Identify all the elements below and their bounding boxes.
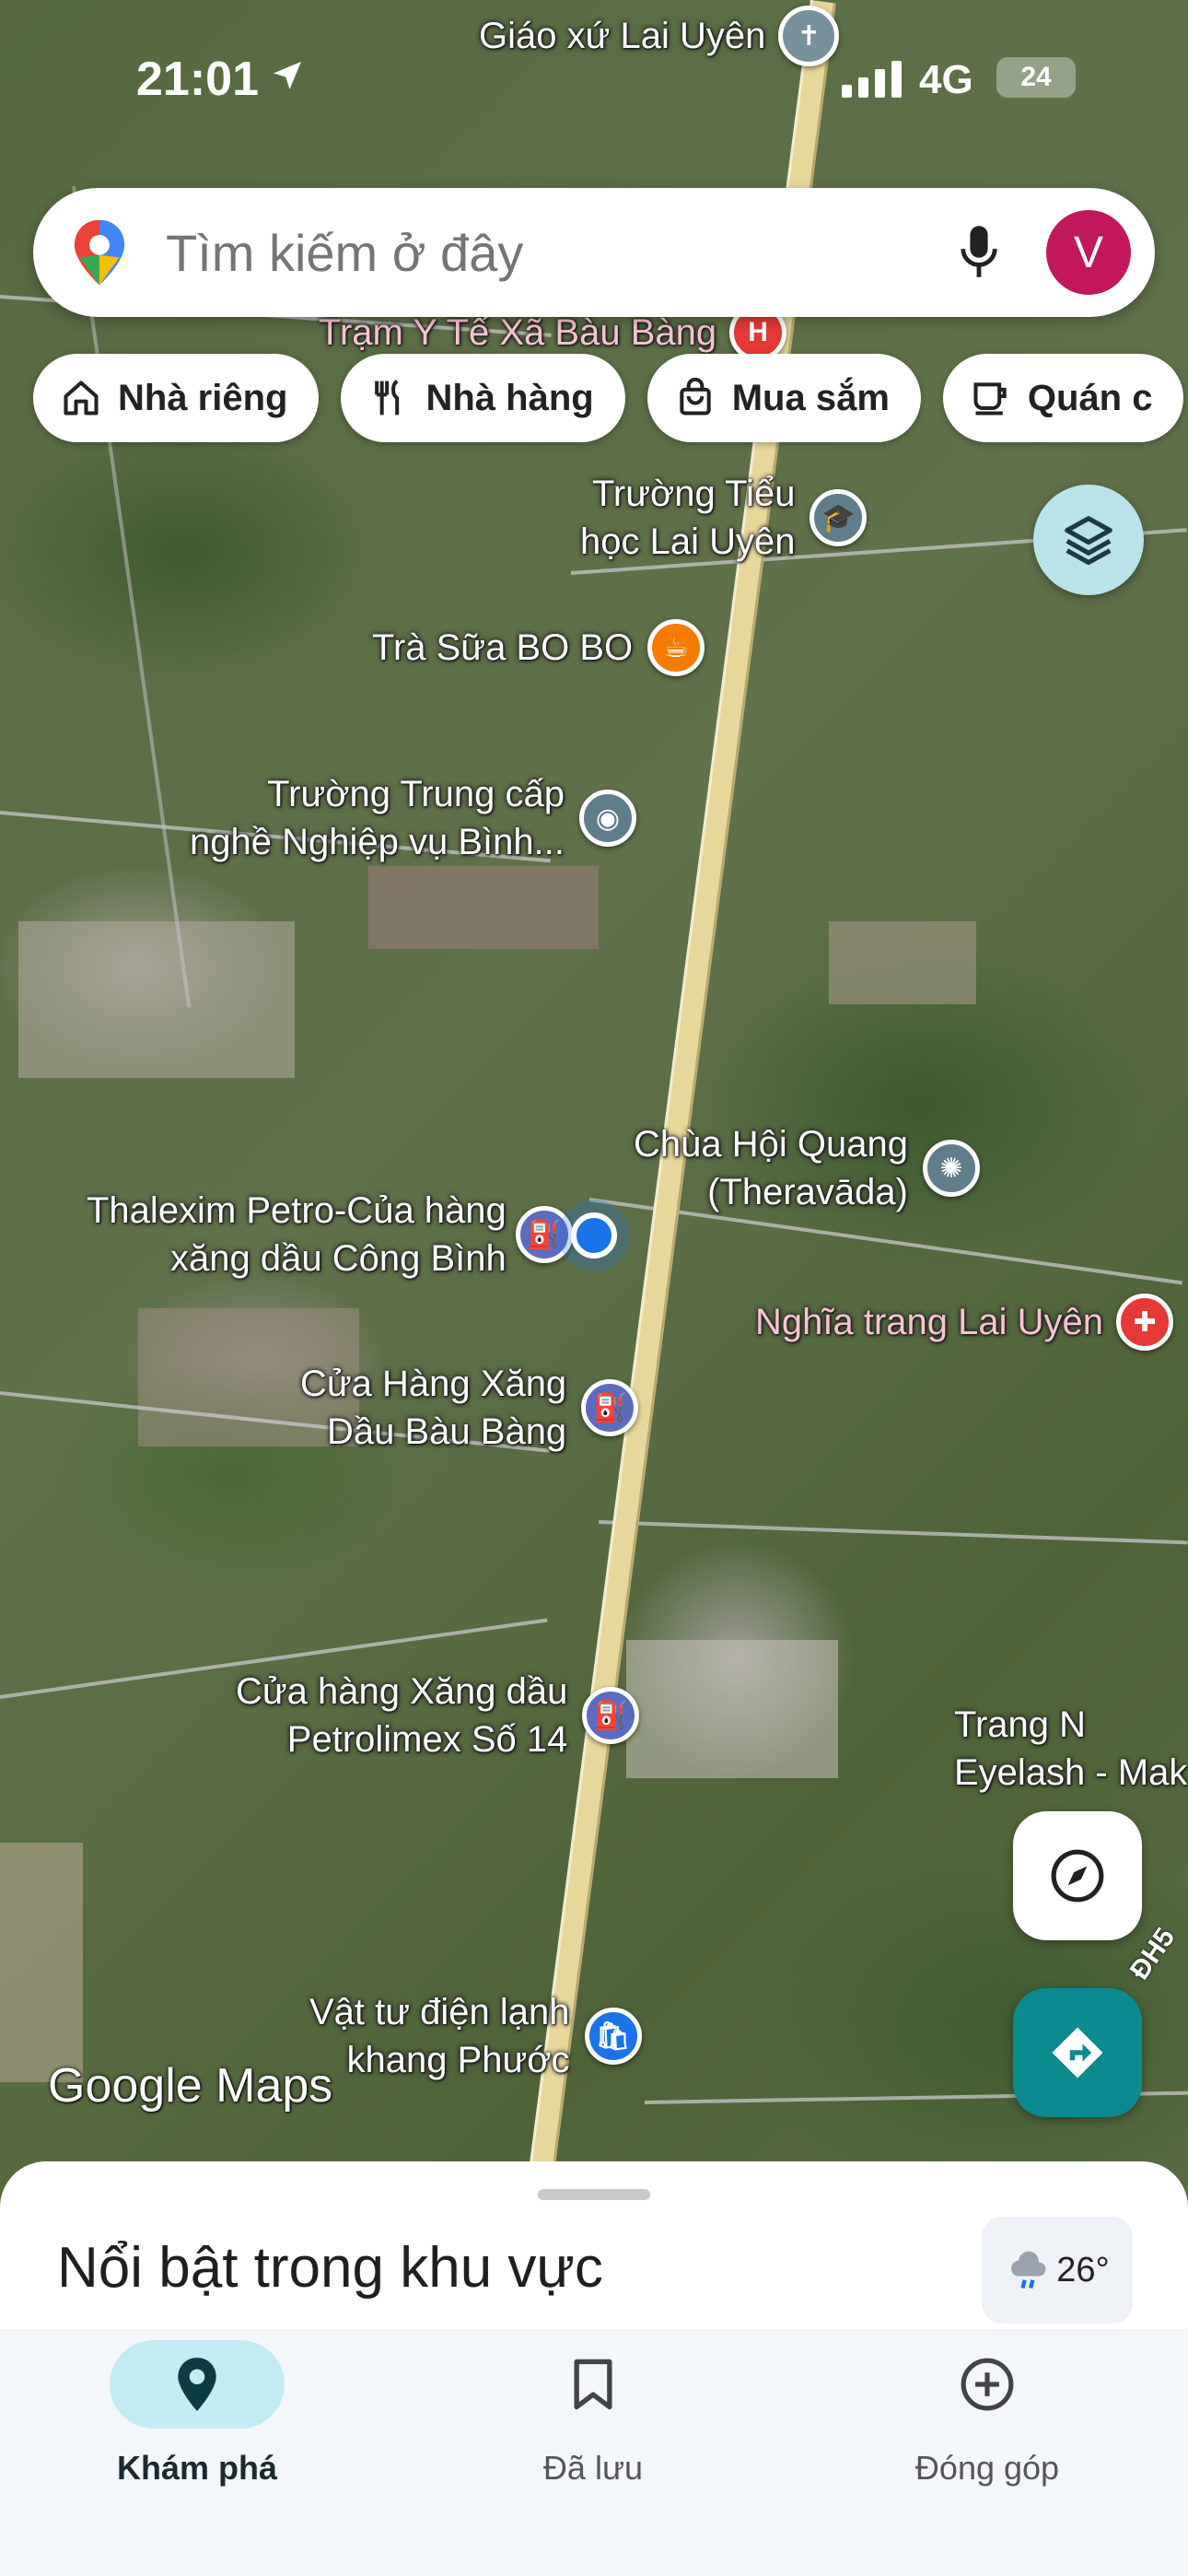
poi-hvac[interactable]: Vật tư điện lạnh khang Phước 🛍 — [309, 1988, 642, 2084]
tab-label: Đóng góp — [914, 2449, 1060, 2487]
gas-station-icon: ⛽ — [582, 1687, 640, 1744]
status-time: 21:01 — [136, 53, 259, 106]
weather-icon — [1011, 2251, 1046, 2289]
network-type: 4G — [919, 57, 973, 102]
poi-label: Cửa hàng Xăng dầu Petrolimex Số 14 — [236, 1671, 568, 1760]
poi-thalexim[interactable]: Thalexim Petro-Của hàng xăng dầu Công Bì… — [87, 1187, 573, 1282]
battery-level: 24 — [1020, 62, 1052, 92]
tab-explore[interactable]: Khám phá — [59, 2329, 335, 2488]
poi-school[interactable]: Trường Tiểu học Lai Uyên 🎓 — [580, 470, 868, 566]
chip-label: Nhà hàng — [425, 377, 594, 418]
layers-button[interactable] — [1033, 485, 1144, 595]
search-input[interactable] — [164, 221, 958, 284]
weather-badge[interactable]: 26° — [982, 2217, 1133, 2324]
chip-label: Mua sắm — [731, 377, 890, 418]
home-icon — [64, 381, 99, 416]
shopping-bag-icon: 🛍 — [584, 2008, 642, 2065]
dharma-wheel-icon: ✺ — [922, 1140, 980, 1197]
poi-label: Thalexim Petro-Của hàng xăng dầu Công Bì… — [87, 1190, 507, 1279]
map-road — [598, 1520, 1188, 1545]
bottom-nav: Khám phá Đã lưu Đóng góp — [0, 2329, 1188, 2576]
avatar[interactable]: V — [1046, 210, 1131, 295]
map-field — [0, 1843, 83, 2082]
sheet-drag-handle[interactable] — [538, 2189, 650, 2200]
landmark-icon: ◉ — [578, 790, 636, 847]
poi-label: Trang N Eyelash - Mak — [954, 1704, 1188, 1793]
tab-icon-wrap — [849, 2340, 1125, 2429]
poi-label: Trà Sữa BO BO — [372, 627, 634, 668]
location-pin-icon — [178, 2358, 216, 2411]
map-field — [18, 921, 295, 1078]
tab-label: Đã lưu — [542, 2449, 644, 2487]
poi-petrolimex[interactable]: Cửa hàng Xăng dầu Petrolimex Số 14 ⛽ — [236, 1668, 640, 1763]
poi-label: Trường Trung cấp nghề Nghiệp vụ Bình... — [190, 774, 565, 862]
chip-shopping[interactable]: Mua sắm — [646, 354, 921, 442]
signal-icon — [842, 61, 906, 102]
gas-station-icon: ⛽ — [581, 1379, 639, 1436]
poi-label: Trường Tiểu học Lai Uyên — [580, 474, 796, 562]
chip-label: Nhà riêng — [118, 377, 288, 418]
layers-icon — [1065, 516, 1112, 566]
chip-restaurant[interactable]: Nhà hàng — [341, 354, 625, 442]
shopping-bag-icon — [680, 378, 711, 416]
compass-button[interactable] — [1013, 1811, 1142, 1940]
restaurant-icon — [375, 379, 400, 416]
poi-gas-bau-bang[interactable]: Cửa Hàng Xăng Dầu Bàu Bàng ⛽ — [300, 1360, 639, 1456]
graduation-cap-icon: 🎓 — [809, 489, 868, 546]
medical-icon: ✚ — [1116, 1294, 1174, 1351]
status-bar: 21:01 4G 24 — [0, 0, 1188, 157]
microphone-icon[interactable] — [958, 224, 1000, 281]
map-field — [829, 921, 976, 1004]
battery-icon: 24 — [996, 57, 1076, 98]
bookmark-icon — [574, 2359, 612, 2410]
tab-saved[interactable]: Đã lưu — [455, 2329, 731, 2488]
gas-station-icon: ⛽ — [515, 1206, 573, 1263]
chip-label: Quán c — [1027, 377, 1153, 418]
chip-home[interactable]: Nhà riêng — [33, 354, 320, 442]
poi-tea[interactable]: Trà Sữa BO BO ☕ — [372, 619, 705, 676]
directions-button[interactable] — [1013, 1988, 1142, 2117]
poi-label: Chùa Hội Quang (Theravāda) — [634, 1124, 908, 1212]
avatar-letter: V — [1073, 228, 1103, 277]
current-location-dot — [571, 1212, 617, 1259]
category-chips: Nhà riêng Nhà hàng Mua sắm Quán c — [33, 354, 1184, 442]
poi-temple[interactable]: Chùa Hội Quang (Theravāda) ✺ — [634, 1120, 980, 1216]
poi-eyelash[interactable]: Trang N Eyelash - Mak — [954, 1701, 1187, 1797]
map-field — [626, 1640, 838, 1778]
coffee-icon — [973, 382, 1007, 416]
tab-icon-wrap — [455, 2340, 731, 2429]
sheet-title: Nổi bật trong khu vực — [57, 2236, 603, 2300]
search-bar[interactable]: V — [33, 188, 1155, 317]
temperature: 26° — [1056, 2250, 1110, 2289]
tab-indicator — [110, 2340, 285, 2429]
directions-icon — [1052, 2027, 1103, 2078]
poi-label: Cửa Hàng Xăng Dầu Bàu Bàng — [300, 1364, 567, 1452]
google-maps-pin-icon — [68, 217, 131, 287]
google-maps-logo: Google Maps — [48, 2059, 333, 2113]
tab-contribute[interactable]: Đóng góp — [849, 2329, 1125, 2488]
add-circle-icon — [961, 2358, 1014, 2411]
compass-icon — [1051, 1849, 1104, 1903]
poi-cemetery[interactable]: Nghĩa trang Lai Uyên ✚ — [755, 1294, 1174, 1351]
chip-coffee[interactable]: Quán c — [942, 354, 1184, 442]
cafe-icon: ☕ — [647, 619, 705, 676]
poi-vocational[interactable]: Trường Trung cấp nghề Nghiệp vụ Bình... … — [190, 770, 636, 866]
map-field — [368, 866, 599, 949]
tab-label: Khám phá — [116, 2449, 278, 2487]
poi-label: Nghĩa trang Lai Uyên — [755, 1302, 1104, 1342]
location-arrow-icon — [269, 57, 306, 99]
poi-label: Vật tư điện lạnh khang Phước — [309, 1992, 570, 2080]
